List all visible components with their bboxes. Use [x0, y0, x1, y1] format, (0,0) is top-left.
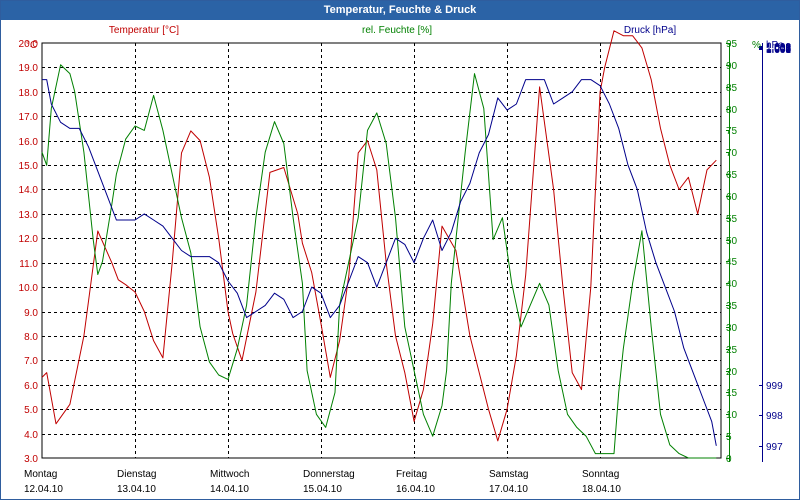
- humidity-tick-label: 95: [726, 39, 738, 50]
- x-day-label: Sonntag: [582, 469, 619, 480]
- x-day-label: Montag: [24, 469, 57, 480]
- temperature-unit: °C: [26, 40, 37, 51]
- temperature-tick-label: 3.0: [24, 454, 38, 465]
- temperature-tick-label: 4.0: [24, 430, 38, 441]
- temperature-tick-label: 19.0: [19, 63, 39, 74]
- humidity-axis-title: rel. Feuchte [%]: [362, 25, 432, 36]
- temperature-axis-title: Temperatur [°C]: [109, 25, 179, 36]
- x-date-label: 13.04.10: [117, 484, 156, 495]
- temperature-tick-label: 10.0: [19, 283, 39, 294]
- x-day-label: Donnerstag: [303, 469, 355, 480]
- humidity-tick-label: 0: [726, 454, 732, 465]
- temperature-tick-label: 16.0: [19, 137, 39, 148]
- temperature-tick-label: 6.0: [24, 381, 38, 392]
- humidity-tick-label: 30: [726, 323, 738, 334]
- humidity-tick-label: 55: [726, 214, 738, 225]
- temperature-tick-label: 14.0: [19, 185, 39, 196]
- temperature-tick-label: 13.0: [19, 210, 39, 221]
- humidity-tick-label: 20: [726, 367, 738, 378]
- humidity-tick-label: 40: [726, 279, 738, 290]
- x-date-label: 12.04.10: [24, 484, 63, 495]
- humidity-unit: %: [752, 40, 761, 51]
- x-day-label: Samstag: [489, 469, 528, 480]
- x-day-label: Freitag: [396, 469, 427, 480]
- humidity-tick-label: 60: [726, 192, 738, 203]
- x-date-label: 17.04.10: [489, 484, 528, 495]
- temperature-tick-label: 5.0: [24, 405, 38, 416]
- humidity-tick-label: 50: [726, 236, 738, 247]
- x-date-label: 14.04.10: [210, 484, 249, 495]
- x-date-label: 18.04.10: [582, 484, 621, 495]
- temperature-tick-label: 18.0: [19, 88, 39, 99]
- pressure-tick-label: 997: [766, 442, 783, 453]
- humidity-tick-label: 10: [726, 410, 738, 421]
- plot-frame: [41, 42, 722, 459]
- humidity-tick-label: 45: [726, 257, 738, 268]
- humidity-tick-label: 70: [726, 148, 738, 159]
- pressure-axis-title: Druck [hPa]: [624, 25, 676, 36]
- temperature-tick-label: 7.0: [24, 356, 38, 367]
- pressure-tick-label: 998: [766, 411, 783, 422]
- temperature-tick-label: 17.0: [19, 112, 39, 123]
- humidity-tick-label: 35: [726, 301, 738, 312]
- x-date-label: 16.04.10: [396, 484, 435, 495]
- humidity-tick-label: 85: [726, 83, 738, 94]
- temperature-tick-label: 12.0: [19, 234, 39, 245]
- temperature-tick-label: 15.0: [19, 161, 39, 172]
- humidity-tick-label: 75: [726, 126, 738, 137]
- humidity-line: [41, 64, 717, 459]
- humidity-tick-label: 90: [726, 61, 738, 72]
- temperature-tick-label: 11.0: [19, 259, 38, 270]
- weather-chart: 20.019.018.017.016.015.014.013.012.011.0…: [19, 25, 792, 495]
- humidity-tick-label: 65: [726, 170, 738, 181]
- x-date-label: 15.04.10: [303, 484, 342, 495]
- humidity-tick-label: 25: [726, 345, 738, 356]
- pressure-line: [42, 79, 717, 446]
- pressure-unit: hPa: [766, 40, 784, 51]
- x-day-label: Dienstag: [117, 469, 156, 480]
- temperature-tick-label: 8.0: [24, 332, 38, 343]
- humidity-tick-label: 80: [726, 105, 738, 116]
- x-day-label: Mittwoch: [210, 469, 249, 480]
- humidity-tick-label: 5: [726, 432, 732, 443]
- pressure-tick-label: 999: [766, 381, 783, 392]
- temperature-tick-label: 9.0: [24, 308, 38, 319]
- humidity-tick-label: 15: [726, 388, 738, 399]
